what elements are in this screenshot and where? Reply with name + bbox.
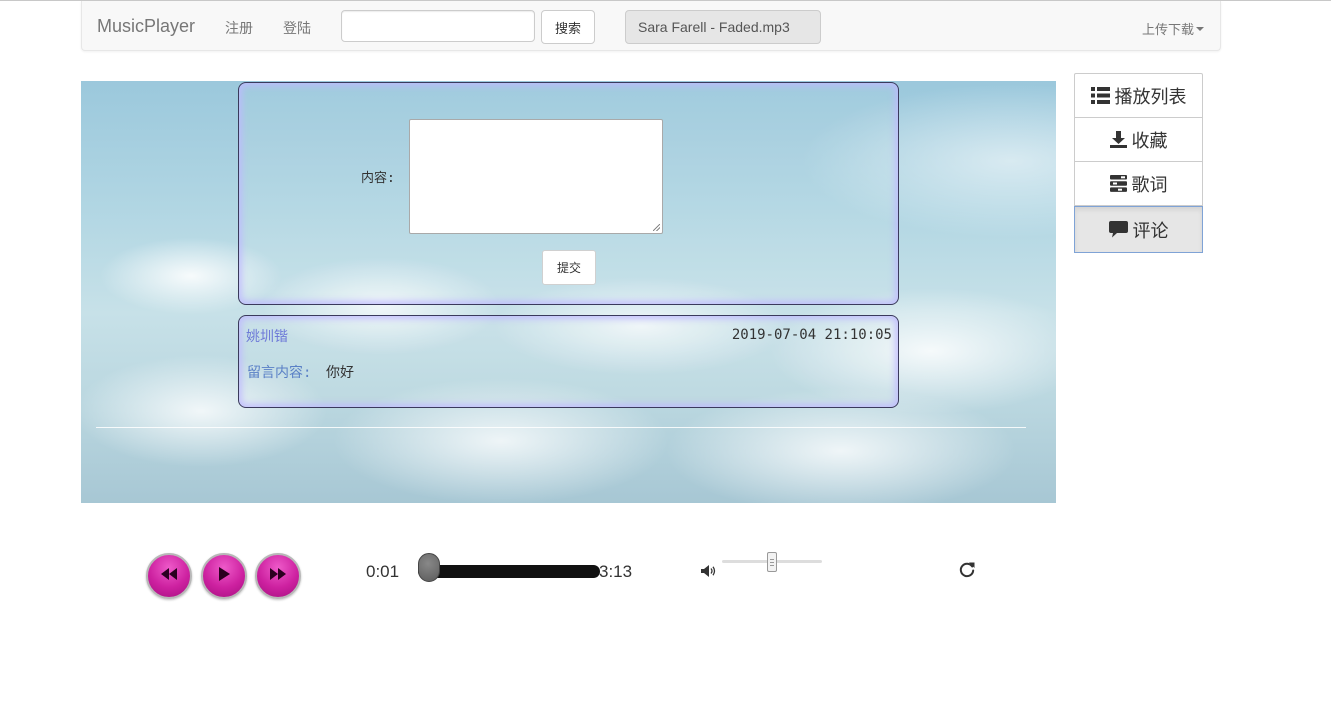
comment-form-panel: 内容: 提交: [238, 82, 899, 305]
login-link[interactable]: 登陆: [283, 18, 311, 38]
prev-button[interactable]: [146, 553, 192, 599]
caret-down-icon: [1196, 26, 1204, 31]
comment-time: 2019-07-04 21:10:05: [731, 327, 892, 343]
next-icon: [270, 567, 286, 585]
resize-grip-icon[interactable]: [653, 224, 660, 231]
comment-area: 内容: 提交 姚圳锴 2019-07-04 21:10:05 留言内容: 你好: [81, 81, 1056, 503]
comment-content: 你好: [326, 365, 354, 381]
tab-playlist-label: 播放列表: [1114, 86, 1187, 107]
repeat-icon[interactable]: [958, 561, 976, 584]
tab-lyrics[interactable]: 歌词: [1074, 162, 1203, 206]
brand-logo[interactable]: MusicPlayer: [97, 16, 195, 37]
seek-bar[interactable]: [418, 565, 600, 578]
download-icon: [1109, 131, 1127, 148]
volume-icon[interactable]: [701, 564, 717, 582]
content-textarea[interactable]: [409, 119, 663, 234]
current-time: 0:01: [366, 562, 400, 581]
total-time: 3:13: [599, 562, 633, 581]
seek-thumb[interactable]: [417, 553, 440, 582]
comment-icon: [1108, 221, 1128, 238]
tab-comments-label: 评论: [1132, 220, 1169, 241]
play-button[interactable]: [201, 553, 247, 599]
tab-comments[interactable]: 评论: [1074, 206, 1203, 253]
upload-download-dropdown[interactable]: 上传下载: [1142, 19, 1204, 38]
now-playing-field: Sara Farell - Faded.mp3: [625, 10, 821, 44]
volume-thumb[interactable]: [767, 552, 777, 572]
content-label: 内容:: [361, 171, 395, 186]
divider: [96, 427, 1026, 428]
upload-download-label: 上传下载: [1141, 22, 1194, 37]
search-input[interactable]: [341, 10, 535, 42]
play-icon: [218, 566, 230, 586]
next-button[interactable]: [255, 553, 301, 599]
prev-icon: [161, 567, 177, 585]
side-tabs: 播放列表 收藏 歌词 评论: [1074, 73, 1203, 253]
navbar: MusicPlayer 注册 登陆 搜索 Sara Farell - Faded…: [81, 1, 1221, 51]
tab-lyrics-label: 歌词: [1131, 174, 1168, 195]
list-icon: [1090, 87, 1110, 104]
tab-playlist[interactable]: 播放列表: [1074, 73, 1203, 118]
tab-favorites[interactable]: 收藏: [1074, 118, 1203, 162]
tab-favorites-label: 收藏: [1131, 130, 1168, 151]
register-link[interactable]: 注册: [225, 18, 253, 38]
comment-user: 姚圳锴: [246, 329, 288, 345]
tasks-icon: [1109, 175, 1127, 192]
comment-content-label: 留言内容:: [247, 365, 312, 381]
submit-button[interactable]: 提交: [542, 250, 596, 285]
comment-item: 姚圳锴 2019-07-04 21:10:05 留言内容: 你好: [238, 315, 899, 408]
search-button[interactable]: 搜索: [541, 10, 595, 44]
